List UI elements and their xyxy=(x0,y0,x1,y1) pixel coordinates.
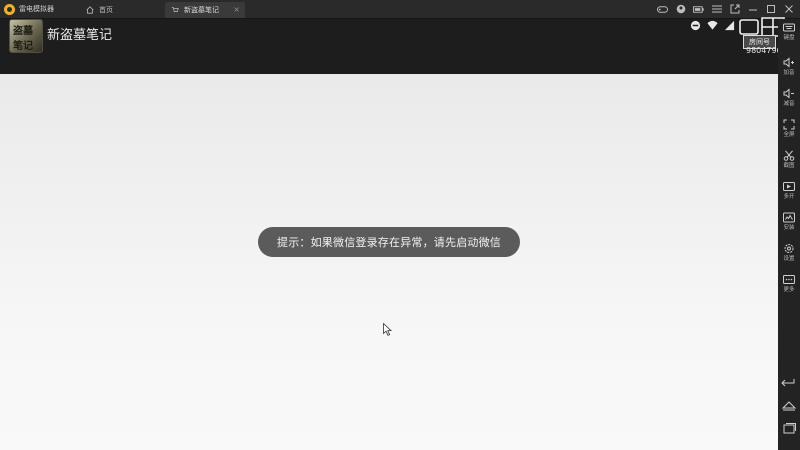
emulator-title-bar: 雷电模拟器 首页 新盗墓笔记 × xyxy=(0,0,800,19)
back-icon[interactable] xyxy=(778,376,800,390)
emulator-logo: 雷电模拟器 xyxy=(4,3,54,16)
tab-home-label: 首页 xyxy=(99,6,113,14)
android-status-icons xyxy=(690,20,735,31)
emulator-app-name: 雷电模拟器 xyxy=(19,5,54,13)
home-icon xyxy=(86,6,94,14)
tab-game[interactable]: 新盗墓笔记 × xyxy=(165,2,245,18)
sidebar-item-label: 设置 xyxy=(783,256,795,262)
game-app-icon: 盗墓笔记 xyxy=(9,19,43,53)
menu-icon[interactable] xyxy=(711,4,722,15)
close-tab-icon[interactable]: × xyxy=(233,5,240,14)
minimize-icon[interactable] xyxy=(747,4,758,15)
install-apk-icon xyxy=(783,212,795,223)
close-icon[interactable] xyxy=(783,4,794,15)
keyboard-icon xyxy=(783,23,795,32)
multi-instance-icon xyxy=(783,182,795,191)
room-number: 9804796 xyxy=(746,46,782,55)
mouse-cursor-icon xyxy=(383,323,392,336)
recent-apps-icon[interactable] xyxy=(778,422,800,436)
sidebar-item-more[interactable]: 更多 xyxy=(778,274,800,304)
emulator-sidebar: 键盘 加音 减音 全屏 截图 多开 安装 设置 更多 xyxy=(778,19,800,450)
volume-down-icon xyxy=(783,88,794,99)
game-tab-icon xyxy=(171,7,179,12)
sidebar-item-screenshot[interactable]: 截图 xyxy=(778,150,800,180)
game-screen[interactable] xyxy=(0,74,778,450)
sidebar-item-keyboard[interactable]: 键盘 xyxy=(778,22,800,52)
app-title: 新盗墓笔记 xyxy=(47,28,113,43)
sidebar-item-label: 键盘 xyxy=(783,35,795,41)
account-icon[interactable] xyxy=(675,4,686,15)
sidebar-item-label: 减音 xyxy=(783,101,795,107)
sidebar-item-volume-up[interactable]: 加音 xyxy=(778,57,800,87)
battery-icon[interactable] xyxy=(693,4,704,15)
sidebar-item-multi-instance[interactable]: 多开 xyxy=(778,181,800,211)
sidebar-item-install-apk[interactable]: 安装 xyxy=(778,212,800,242)
maximize-icon[interactable] xyxy=(765,4,776,15)
export-icon[interactable] xyxy=(729,4,740,15)
sidebar-item-label: 截图 xyxy=(783,163,795,169)
more-icon xyxy=(783,275,795,284)
home-icon[interactable] xyxy=(778,398,800,412)
sidebar-item-settings[interactable]: 设置 xyxy=(778,243,800,273)
gear-icon xyxy=(784,244,794,253)
volume-up-icon xyxy=(783,57,794,68)
do-not-disturb-icon xyxy=(690,20,701,31)
ldplayer-logo-icon xyxy=(4,4,15,15)
game-icon-text: 盗墓笔记 xyxy=(13,26,33,52)
scissors-icon xyxy=(783,150,795,161)
sidebar-item-volume-down[interactable]: 减音 xyxy=(778,88,800,118)
sidebar-item-label: 多开 xyxy=(783,194,795,200)
tab-home[interactable]: 首页 xyxy=(86,2,160,18)
gamepad-icon[interactable] xyxy=(657,4,668,15)
sidebar-item-label: 全屏 xyxy=(783,132,795,138)
sidebar-item-fullscreen[interactable]: 全屏 xyxy=(778,119,800,149)
sidebar-item-label: 加音 xyxy=(783,70,795,76)
sidebar-item-label: 更多 xyxy=(783,287,795,293)
sidebar-item-label: 安装 xyxy=(783,225,795,231)
app-header xyxy=(0,19,778,74)
wifi-icon xyxy=(707,20,718,30)
wechat-login-toast: 提示：如果微信登录存在异常，请先启动微信 xyxy=(258,227,520,257)
tab-game-label: 新盗墓笔记 xyxy=(184,6,219,14)
fullscreen-icon xyxy=(783,119,795,130)
signal-icon xyxy=(724,20,735,31)
